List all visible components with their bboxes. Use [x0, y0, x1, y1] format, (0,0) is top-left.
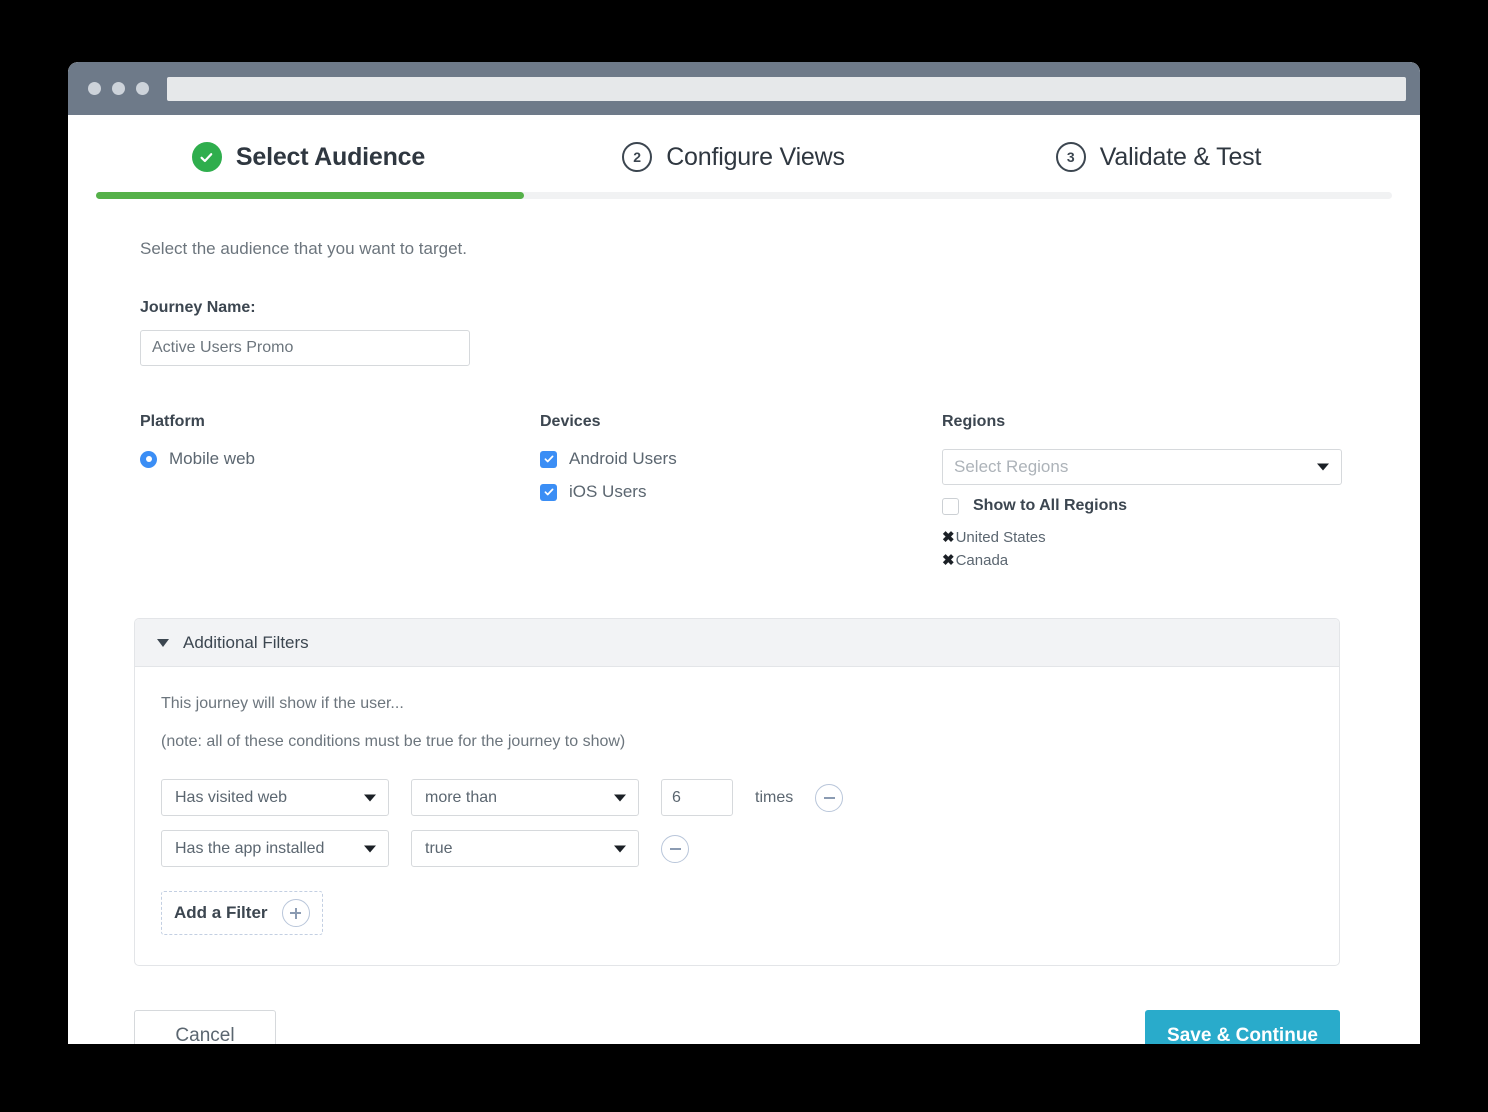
region-chip-label: United States: [955, 529, 1046, 546]
chevron-down-icon: [614, 794, 626, 801]
wizard-progress-track: [96, 192, 1392, 199]
window-minimize-dot[interactable]: [112, 82, 125, 95]
tab-select-audience[interactable]: Select Audience: [96, 142, 521, 172]
platform-column: Platform Mobile web: [140, 413, 540, 572]
additional-filters-title: Additional Filters: [183, 632, 309, 652]
wizard-progress-fill: [96, 192, 524, 199]
filter-attribute-select[interactable]: Has visited web: [161, 779, 389, 816]
remove-filter-button[interactable]: [661, 834, 689, 863]
show-all-regions-option[interactable]: Show to All Regions: [942, 497, 1344, 515]
save-and-continue-button[interactable]: Save & Continue: [1145, 1010, 1340, 1044]
filter-value-input[interactable]: [661, 779, 733, 816]
check-circle-icon: [191, 142, 222, 172]
device-option-label-android: Android Users: [569, 449, 677, 468]
journey-name-input[interactable]: [140, 330, 470, 366]
additional-filters-body: This journey will show if the user... (n…: [135, 667, 1339, 965]
window-close-dot[interactable]: [88, 82, 101, 95]
region-chip[interactable]: ✖Canada: [942, 549, 1344, 572]
device-option-label-ios: iOS Users: [569, 482, 647, 501]
window-controls: [88, 82, 149, 95]
filter-operator-value: more than: [425, 788, 498, 806]
device-option-ios[interactable]: iOS Users: [540, 482, 942, 502]
filters-note-primary: This journey will show if the user...: [161, 695, 404, 712]
radio-selected-icon[interactable]: [140, 450, 157, 468]
chevron-down-icon: [614, 845, 626, 852]
form-footer: Cancel Save & Continue: [134, 1010, 1340, 1044]
targeting-columns: Platform Mobile web Devices Android User…: [140, 413, 1372, 572]
show-all-regions-label: Show to All Regions: [973, 497, 1128, 514]
region-chip-label: Canada: [955, 552, 1009, 569]
browser-window: Select Audience 2 Configure Views 3 Vali…: [68, 62, 1420, 1044]
chevron-down-icon[interactable]: [157, 638, 169, 647]
filters-note-secondary: (note: all of these conditions must be t…: [161, 733, 626, 750]
filter-attribute-value: Has visited web: [175, 788, 288, 806]
remove-filter-button[interactable]: [815, 783, 844, 812]
tab-label-configure-views: Configure Views: [666, 142, 845, 171]
regions-column: Regions Select Regions Show to All Regio…: [942, 413, 1344, 572]
regions-select-placeholder: Select Regions: [954, 457, 1069, 476]
filter-operator-select[interactable]: more than: [411, 779, 639, 816]
selected-regions-list: ✖United States ✖Canada: [942, 526, 1344, 572]
filter-row: Has visited web more than times: [161, 779, 1313, 816]
additional-filters-header[interactable]: Additional Filters: [135, 619, 1339, 667]
tab-label-select-audience: Select Audience: [235, 142, 426, 171]
journey-name-group: Journey Name:: [140, 299, 1372, 366]
filter-unit-label: times: [755, 788, 794, 806]
filter-attribute-value: Has the app installed: [175, 839, 325, 857]
additional-filters-panel: Additional Filters This journey will sho…: [134, 618, 1340, 966]
filter-row: Has the app installed true: [161, 830, 1313, 867]
tab-validate-test[interactable]: 3 Validate & Test: [946, 142, 1371, 172]
main-content: Select the audience that you want to tar…: [68, 199, 1420, 572]
filter-attribute-select[interactable]: Has the app installed: [161, 830, 389, 867]
checkbox-checked-icon[interactable]: [540, 450, 557, 468]
remove-icon[interactable]: ✖: [942, 529, 955, 546]
tab-configure-views[interactable]: 2 Configure Views: [521, 142, 946, 172]
add-filter-button[interactable]: Add a Filter: [161, 891, 323, 935]
devices-column: Devices Android Users iOS Users: [540, 413, 942, 572]
platform-option-label: Mobile web: [169, 449, 255, 468]
minus-icon: [823, 796, 835, 799]
remove-icon[interactable]: ✖: [942, 552, 955, 569]
window-maximize-dot[interactable]: [136, 82, 149, 95]
regions-title: Regions: [942, 413, 1006, 430]
filter-operator-value: true: [425, 839, 453, 857]
page-intro-text: Select the audience that you want to tar…: [140, 239, 467, 258]
plus-icon: [281, 899, 310, 927]
wizard-step-tabs: Select Audience 2 Configure Views 3 Vali…: [68, 115, 1420, 199]
browser-chrome: [68, 62, 1420, 115]
platform-option-mobile-web[interactable]: Mobile web: [140, 449, 540, 469]
tab-label-validate-test: Validate & Test: [1099, 142, 1262, 171]
checkbox-unchecked-icon[interactable]: [942, 497, 959, 515]
address-bar[interactable]: [167, 76, 1406, 101]
minus-icon: [669, 847, 681, 850]
device-option-android[interactable]: Android Users: [540, 449, 942, 469]
devices-title: Devices: [540, 413, 601, 430]
regions-select[interactable]: Select Regions: [942, 449, 1342, 485]
filter-operator-select[interactable]: true: [411, 830, 639, 867]
journey-name-label: Journey Name:: [140, 299, 256, 316]
chevron-down-icon: [1317, 463, 1329, 471]
cancel-button[interactable]: Cancel: [134, 1010, 276, 1044]
step-3-badge-icon: 3: [1055, 142, 1086, 172]
checkbox-checked-icon[interactable]: [540, 483, 557, 501]
region-chip[interactable]: ✖United States: [942, 526, 1344, 549]
platform-title: Platform: [140, 413, 205, 430]
step-2-badge-icon: 2: [622, 142, 653, 172]
add-filter-label: Add a Filter: [174, 903, 268, 922]
chevron-down-icon: [364, 845, 376, 852]
chevron-down-icon: [364, 794, 376, 801]
